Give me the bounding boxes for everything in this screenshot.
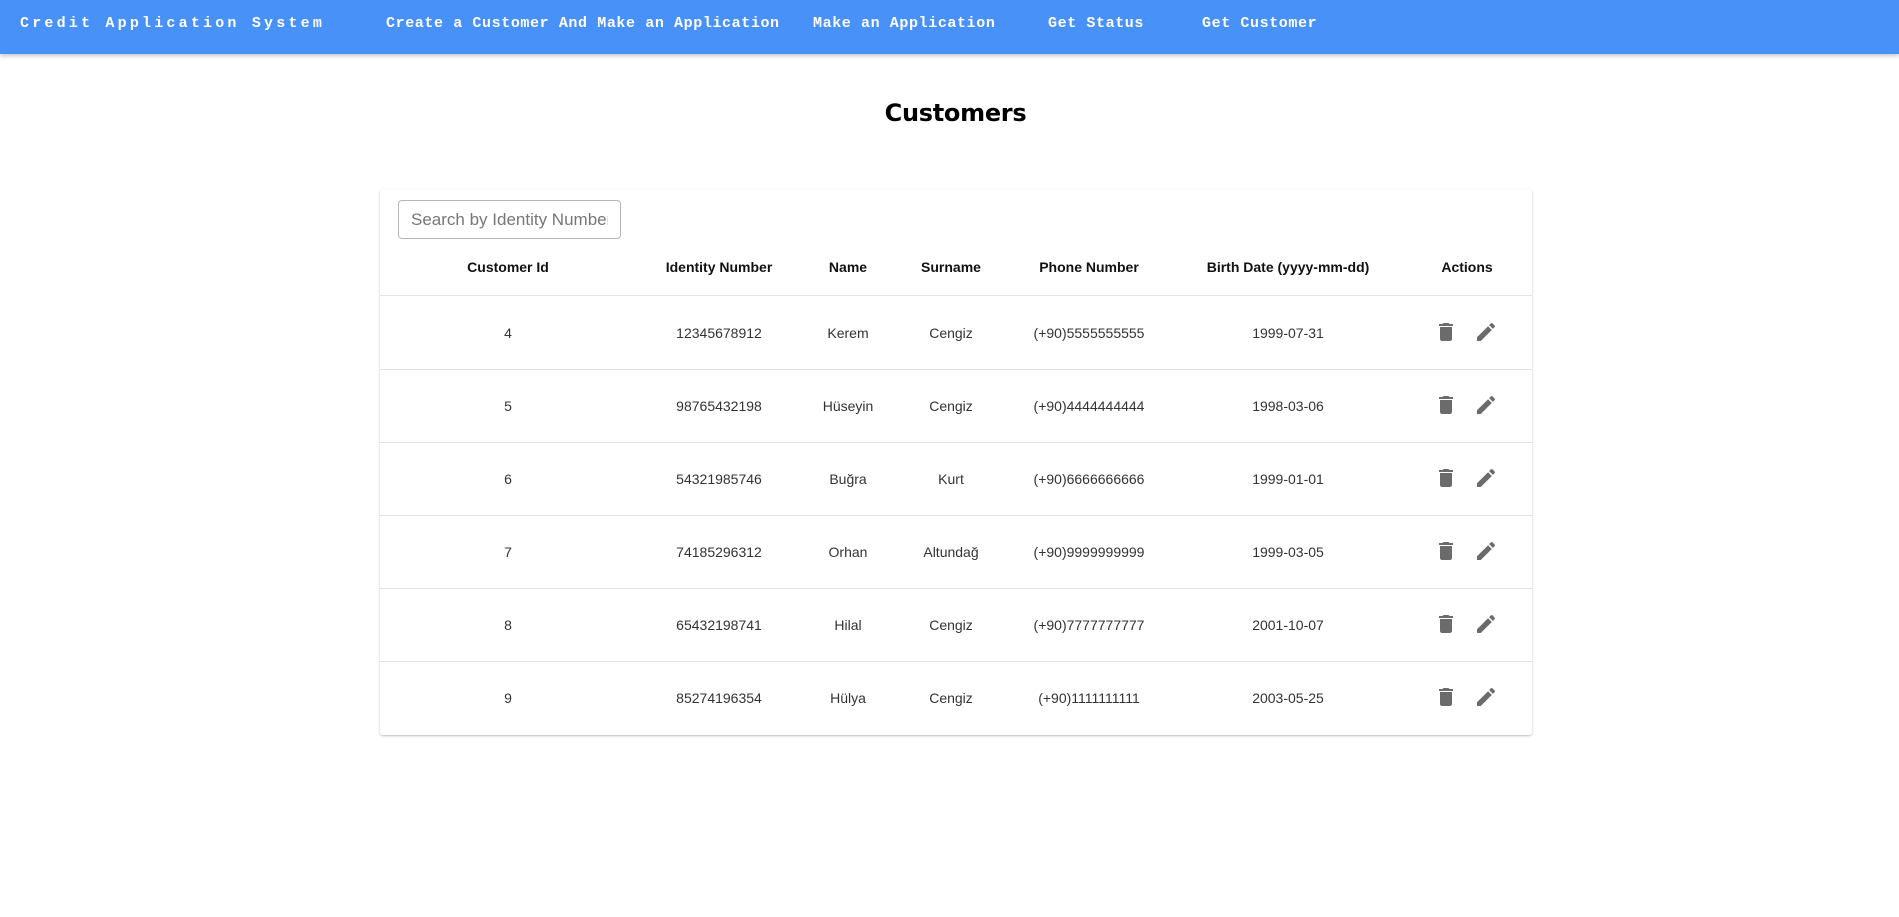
delete-icon[interactable] [1434, 539, 1458, 563]
header-customer-id: Customer Id [467, 259, 549, 275]
nav-get-customer[interactable]: Get Customer [1202, 15, 1317, 32]
cell-surname: Altundağ [923, 544, 979, 560]
edit-icon[interactable] [1474, 612, 1498, 636]
cell-customer-id: 9 [504, 690, 512, 706]
nav-create-customer-application[interactable]: Create a Customer And Make an Applicatio… [386, 15, 780, 32]
cell-birth-date: 2003-05-25 [1252, 690, 1324, 706]
page-title: Customers [884, 99, 1027, 127]
cell-phone-number: (+90)1111111111 [1038, 690, 1140, 706]
table-row: 4 12345678912 Kerem Cengiz (+90)5555555555 19… [380, 296, 1532, 370]
cell-birth-date: 2001-10-07 [1252, 617, 1324, 633]
delete-icon[interactable] [1434, 320, 1458, 344]
header-identity-number: Identity Number [665, 259, 773, 275]
cell-customer-id: 7 [504, 544, 512, 560]
cell-identity-number: 54321985746 [676, 471, 762, 487]
table-header: Customer Id Identity Number Name Surname Pho… [380, 259, 1532, 296]
cell-name: Kerem [827, 325, 869, 341]
cell-surname: Cengiz [929, 325, 973, 341]
cell-identity-number: 65432198741 [676, 617, 762, 633]
cell-customer-id: 4 [504, 325, 512, 341]
top-navbar: Credit Application System Create a Custo… [0, 0, 1899, 54]
cell-birth-date: 1999-03-05 [1252, 544, 1324, 560]
cell-phone-number: (+90)5555555555 [1033, 325, 1145, 341]
table-row: 9 85274196354 Hülya Cengiz (+90)1111111111 20… [380, 661, 1532, 734]
cell-surname: Cengiz [929, 398, 973, 414]
cell-surname: Cengiz [929, 690, 973, 706]
app-brand-link[interactable]: Credit Application System [20, 15, 325, 32]
delete-icon[interactable] [1434, 393, 1458, 417]
header-surname: Surname [921, 259, 981, 275]
edit-icon[interactable] [1474, 466, 1498, 490]
cell-identity-number: 98765432198 [676, 398, 762, 414]
header-birth-date: Birth Date (yyyy-mm-dd) [1206, 259, 1370, 275]
nav-make-application[interactable]: Make an Application [813, 15, 995, 32]
cell-name: Hülya [830, 690, 866, 706]
header-phone-number: Phone Number [1039, 259, 1139, 275]
cell-identity-number: 74185296312 [676, 544, 762, 560]
cell-customer-id: 8 [504, 617, 512, 633]
cell-customer-id: 5 [504, 398, 512, 414]
delete-icon[interactable] [1434, 466, 1458, 490]
cell-identity-number: 12345678912 [676, 325, 762, 341]
delete-icon[interactable] [1434, 612, 1458, 636]
cell-name: Orhan [828, 544, 868, 560]
table-row: 8 65432198741 Hilal Cengiz (+90)7777777777 20… [380, 588, 1532, 662]
cell-identity-number: 85274196354 [676, 690, 762, 706]
cell-phone-number: (+90)4444444444 [1033, 398, 1145, 414]
cell-birth-date: 1999-01-01 [1252, 471, 1324, 487]
edit-icon[interactable] [1474, 393, 1498, 417]
header-actions: Actions [1441, 259, 1493, 275]
table-row: 6 54321985746 Buğra Kurt (+90)6666666666 1999… [380, 442, 1532, 516]
table-row: 7 74185296312 Orhan Altundağ (+90)9999999999… [380, 515, 1532, 589]
cell-name: Hüseyin [822, 398, 874, 414]
cell-phone-number: (+90)7777777777 [1033, 617, 1145, 633]
header-name: Name [828, 259, 868, 275]
cell-surname: Kurt [938, 471, 964, 487]
cell-birth-date: 1999-07-31 [1252, 325, 1324, 341]
nav-get-status[interactable]: Get Status [1048, 15, 1144, 32]
edit-icon[interactable] [1474, 685, 1498, 709]
cell-birth-date: 1998-03-06 [1252, 398, 1324, 414]
table-row: 5 98765432198 Hüseyin Cengiz (+90)4444444444… [380, 369, 1532, 443]
cell-phone-number: (+90)9999999999 [1033, 544, 1145, 560]
delete-icon[interactable] [1434, 685, 1458, 709]
search-input[interactable] [398, 200, 621, 239]
edit-icon[interactable] [1474, 539, 1498, 563]
cell-name: Buğra [829, 471, 867, 487]
cell-customer-id: 6 [504, 471, 512, 487]
cell-phone-number: (+90)6666666666 [1033, 471, 1145, 487]
cell-surname: Cengiz [929, 617, 973, 633]
customers-table-card: Customer Id Identity Number Name Surname Pho… [380, 189, 1532, 735]
edit-icon[interactable] [1474, 320, 1498, 344]
cell-name: Hilal [834, 617, 862, 633]
